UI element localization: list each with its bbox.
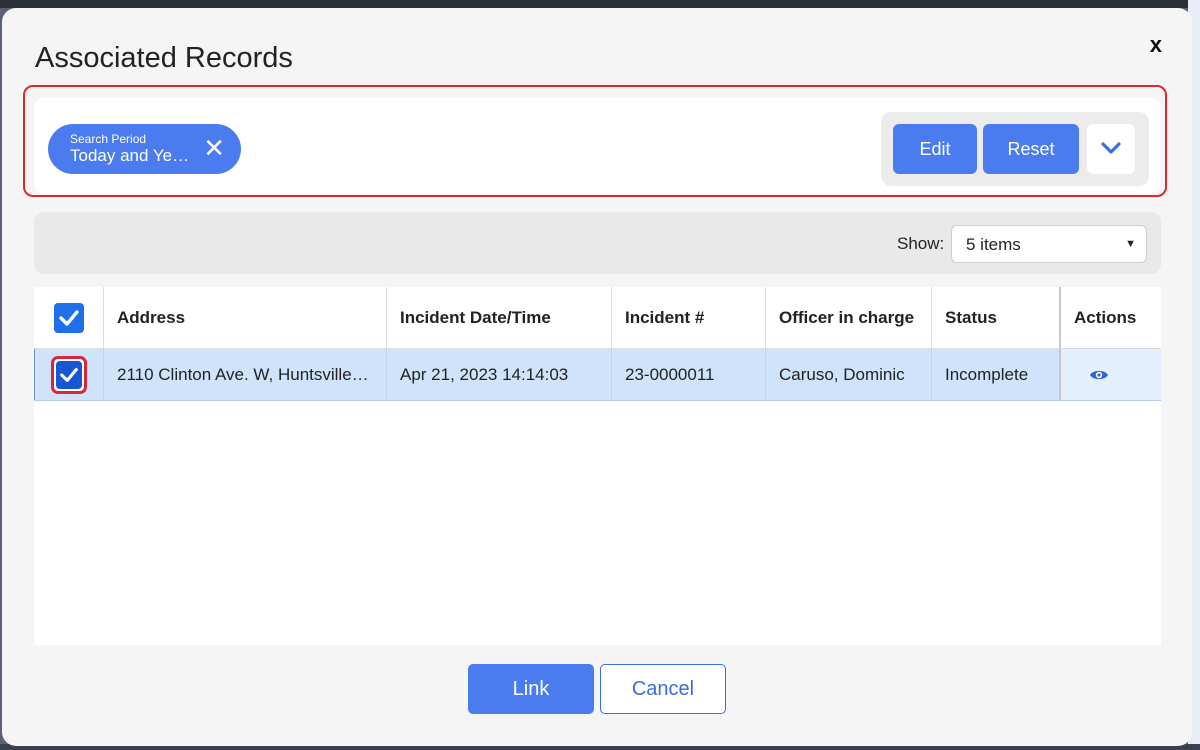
column-header-incident-number[interactable]: Incident # xyxy=(612,287,766,348)
header-select-cell xyxy=(34,287,104,348)
select-all-checkbox[interactable] xyxy=(53,302,84,333)
show-label: Show: xyxy=(897,234,945,253)
close-button[interactable]: x xyxy=(1146,32,1166,58)
page-size-select[interactable]: 5 items ▼ xyxy=(951,225,1147,263)
backdrop-top xyxy=(0,0,1200,8)
cell-actions xyxy=(1061,349,1161,400)
cell-status: Incomplete xyxy=(932,349,1061,400)
link-button[interactable]: Link xyxy=(468,664,594,714)
check-icon xyxy=(58,309,79,326)
associated-records-dialog: Associated Records x Search Period Today… xyxy=(2,8,1192,746)
chip-value: Today and Yest... xyxy=(70,146,196,165)
table-row[interactable]: 2110 Clinton Ave. W, Huntsville, AL Apr … xyxy=(34,349,1161,401)
caret-down-icon: ▼ xyxy=(1125,238,1136,250)
column-header-status[interactable]: Status xyxy=(932,287,1061,348)
edit-button[interactable]: Edit xyxy=(893,124,977,174)
cancel-button[interactable]: Cancel xyxy=(600,664,726,714)
records-table: Address Incident Date/Time Incident # Of… xyxy=(34,287,1161,645)
column-header-actions: Actions xyxy=(1074,307,1137,327)
check-icon xyxy=(60,367,78,382)
row-checkbox[interactable] xyxy=(56,360,82,389)
filter-panel: Search Period Today and Yest... ✕ Edit R… xyxy=(34,98,1161,194)
chevron-down-icon xyxy=(1101,141,1121,154)
cell-officer: Caruso, Dominic xyxy=(766,349,932,400)
cell-incident-number: 23-0000011 xyxy=(612,349,766,400)
column-header-incident-datetime[interactable]: Incident Date/Time xyxy=(387,287,612,348)
dialog-title: Associated Records xyxy=(35,42,293,74)
row-checkbox-highlight xyxy=(51,355,87,394)
row-select-cell xyxy=(34,349,104,400)
address-text: 2110 Clinton Ave. W, Huntsville, AL xyxy=(117,364,372,384)
dialog-footer: Link Cancel xyxy=(2,664,1192,716)
pagination-bar: Show: 5 items ▼ xyxy=(34,212,1161,274)
close-icon[interactable]: ✕ xyxy=(203,133,225,163)
cell-address: 2110 Clinton Ave. W, Huntsville, AL xyxy=(104,349,387,400)
reset-button[interactable]: Reset xyxy=(983,124,1079,174)
column-header-officer[interactable]: Officer in charge xyxy=(766,287,932,348)
expand-button[interactable] xyxy=(1087,124,1135,174)
table-header: Address Incident Date/Time Incident # Of… xyxy=(34,287,1161,349)
page-size-value: 5 items xyxy=(966,235,1021,254)
search-period-chip[interactable]: Search Period Today and Yest... ✕ xyxy=(48,124,241,174)
eye-icon[interactable] xyxy=(1089,368,1109,382)
filter-actions: Edit Reset xyxy=(881,112,1149,186)
column-header-address[interactable]: Address xyxy=(104,287,387,348)
cell-incident-datetime: Apr 21, 2023 14:14:03 xyxy=(387,349,612,400)
